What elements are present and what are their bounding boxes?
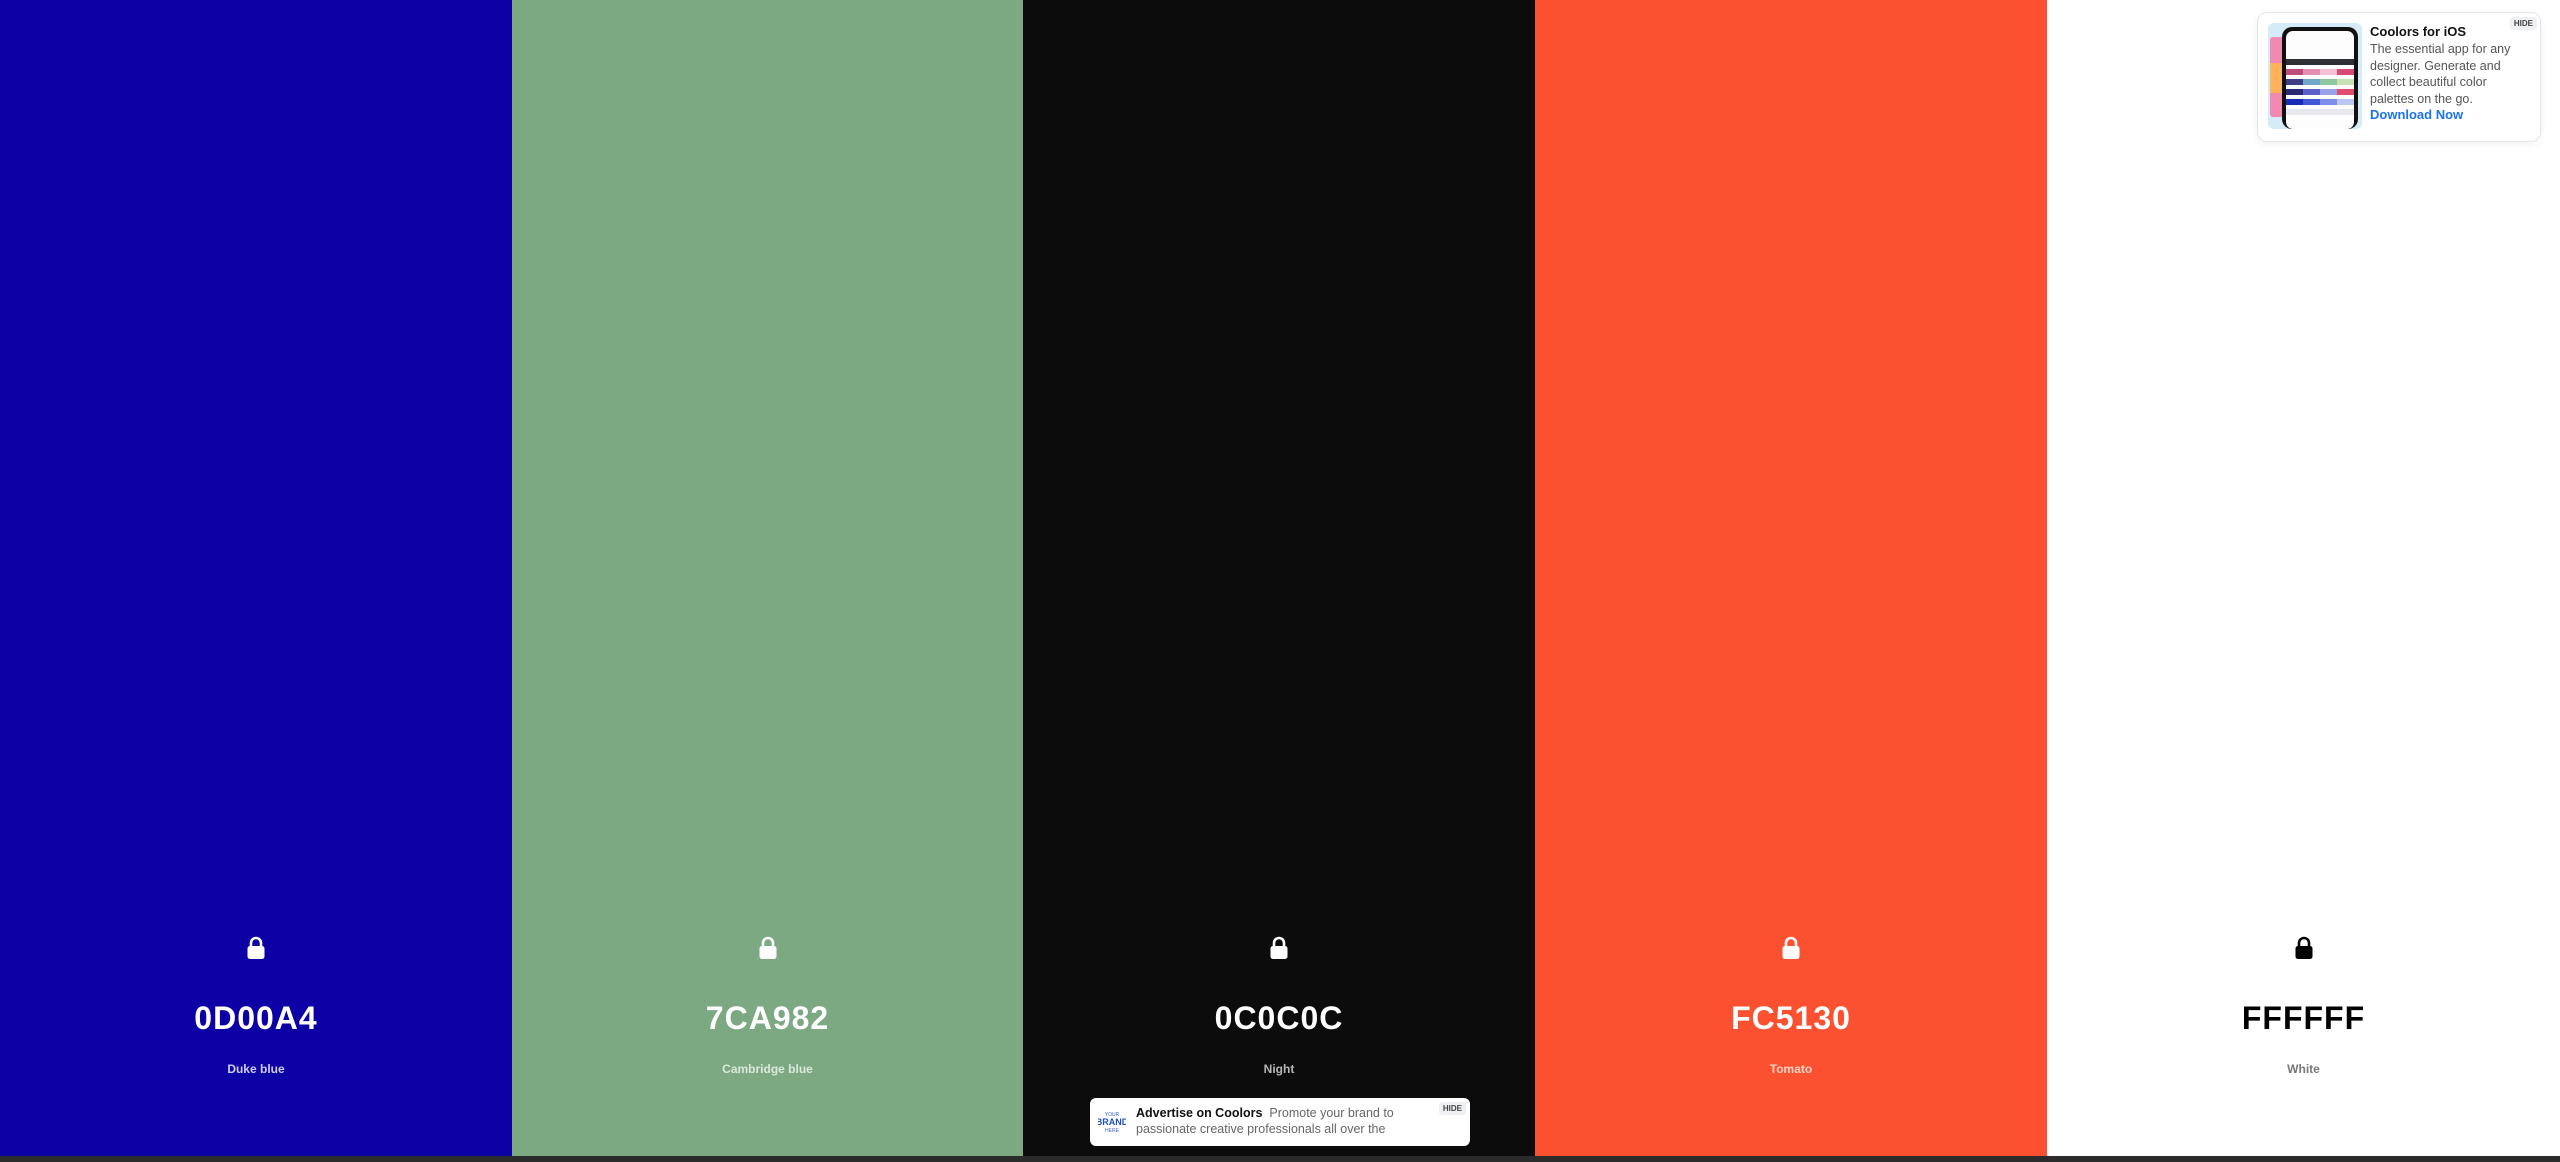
color-hex[interactable]: 0D00A4 xyxy=(0,1000,512,1037)
color-name: Night xyxy=(1263,1062,1295,1076)
color-swatch-4[interactable]: FC5130 Tomato xyxy=(1535,0,2047,1156)
bottom-scrollbar xyxy=(0,1156,2560,1162)
ad-description: The essential app for any designer. Gene… xyxy=(2370,42,2511,106)
hide-ad-button[interactable]: HIDE xyxy=(2509,17,2537,30)
color-name: White xyxy=(2287,1062,2320,1076)
lock-icon[interactable] xyxy=(2291,935,2317,961)
ad-text: Advertise on Coolors Promote your brand … xyxy=(1136,1105,1416,1137)
color-name: Cambridge blue xyxy=(722,1062,813,1076)
svg-text:HERE: HERE xyxy=(1105,1128,1120,1134)
color-name: Duke blue xyxy=(227,1062,285,1076)
advertise-banner[interactable]: YOUR BRAND HERE Advertise on Coolors Pro… xyxy=(1090,1098,1470,1146)
color-hex[interactable]: 0C0C0C xyxy=(1023,1000,1535,1037)
svg-text:BRAND: BRAND xyxy=(1098,1117,1126,1127)
color-name: Tomato xyxy=(1769,1062,1813,1076)
ios-app-ad[interactable]: Coolors for iOS The essential app for an… xyxy=(2257,12,2541,142)
palette: 0D00A4 Duke blue 7CA982 Cambridge blue 0… xyxy=(0,0,2560,1156)
lock-icon[interactable] xyxy=(1266,935,1292,961)
color-swatch-1[interactable]: 0D00A4 Duke blue xyxy=(0,0,512,1156)
color-swatch-5[interactable]: FFFFFF White xyxy=(2047,0,2560,1156)
lock-icon[interactable] xyxy=(1778,935,1804,961)
color-hex[interactable]: 7CA982 xyxy=(512,1000,1023,1037)
your-brand-here-logo: YOUR BRAND HERE xyxy=(1096,1108,1129,1136)
ad-title: Advertise on Coolors xyxy=(1136,1106,1263,1120)
hide-ad-button[interactable]: HIDE xyxy=(1438,1102,1466,1115)
color-swatch-3[interactable]: 0C0C0C Night xyxy=(1023,0,1535,1156)
lock-icon[interactable] xyxy=(243,935,269,961)
color-hex[interactable]: FC5130 xyxy=(1535,1000,2047,1037)
ad-title: Coolors for iOS xyxy=(2370,24,2467,39)
download-now-link[interactable]: Download Now xyxy=(2370,107,2463,122)
app-preview-image xyxy=(2268,23,2362,129)
color-hex[interactable]: FFFFFF xyxy=(2047,1000,2560,1037)
lock-icon[interactable] xyxy=(755,935,781,961)
color-swatch-2[interactable]: 7CA982 Cambridge blue xyxy=(512,0,1023,1156)
